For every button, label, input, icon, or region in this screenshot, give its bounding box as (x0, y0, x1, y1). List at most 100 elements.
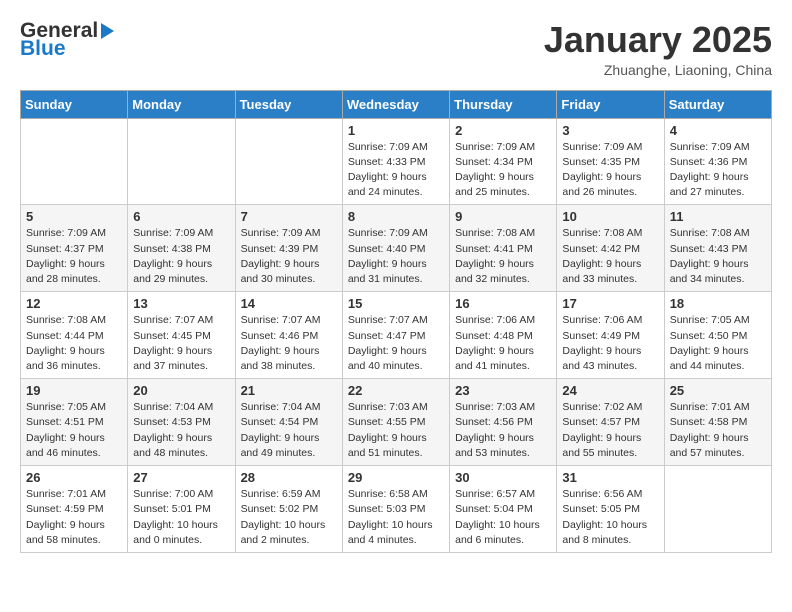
calendar-cell: 10 Sunrise: 7:08 AMSunset: 4:42 PMDayligh… (557, 205, 664, 292)
day-info: Sunrise: 7:05 AMSunset: 4:50 PMDaylight:… (670, 313, 766, 374)
day-number: 2 (455, 123, 551, 138)
calendar-cell: 7 Sunrise: 7:09 AMSunset: 4:39 PMDaylight… (235, 205, 342, 292)
calendar-cell: 3 Sunrise: 7:09 AMSunset: 4:35 PMDaylight… (557, 118, 664, 205)
calendar-cell: 6 Sunrise: 7:09 AMSunset: 4:38 PMDaylight… (128, 205, 235, 292)
day-info: Sunrise: 7:06 AMSunset: 4:48 PMDaylight:… (455, 313, 551, 374)
calendar-cell: 20 Sunrise: 7:04 AMSunset: 4:53 PMDayligh… (128, 379, 235, 466)
day-number: 20 (133, 383, 229, 398)
calendar-cell: 9 Sunrise: 7:08 AMSunset: 4:41 PMDaylight… (450, 205, 557, 292)
day-info: Sunrise: 7:09 AMSunset: 4:37 PMDaylight:… (26, 226, 122, 287)
day-info: Sunrise: 7:09 AMSunset: 4:33 PMDaylight:… (348, 140, 444, 201)
day-info: Sunrise: 7:08 AMSunset: 4:41 PMDaylight:… (455, 226, 551, 287)
calendar-cell: 4 Sunrise: 7:09 AMSunset: 4:36 PMDaylight… (664, 118, 771, 205)
day-number: 14 (241, 296, 337, 311)
calendar-week-1: 1 Sunrise: 7:09 AMSunset: 4:33 PMDaylight… (21, 118, 772, 205)
day-number: 27 (133, 470, 229, 485)
calendar-cell (235, 118, 342, 205)
day-number: 23 (455, 383, 551, 398)
calendar-cell (128, 118, 235, 205)
day-number: 12 (26, 296, 122, 311)
weekday-header-wednesday: Wednesday (342, 90, 449, 118)
calendar-cell: 18Sunrise: 7:05 AMSunset: 4:50 PMDayligh… (664, 292, 771, 379)
day-info: Sunrise: 7:01 AMSunset: 4:59 PMDaylight:… (26, 487, 122, 548)
day-info: Sunrise: 7:04 AMSunset: 4:53 PMDaylight:… (133, 400, 229, 461)
day-info: Sunrise: 7:02 AMSunset: 4:57 PMDaylight:… (562, 400, 658, 461)
day-info: Sunrise: 6:58 AMSunset: 5:03 PMDaylight:… (348, 487, 444, 548)
day-number: 6 (133, 209, 229, 224)
day-number: 28 (241, 470, 337, 485)
day-number: 4 (670, 123, 766, 138)
day-number: 17 (562, 296, 658, 311)
day-number: 19 (26, 383, 122, 398)
day-number: 10 (562, 209, 658, 224)
calendar-cell (664, 466, 771, 553)
day-info: Sunrise: 7:08 AMSunset: 4:42 PMDaylight:… (562, 226, 658, 287)
day-info: Sunrise: 6:56 AMSunset: 5:05 PMDaylight:… (562, 487, 658, 548)
day-number: 1 (348, 123, 444, 138)
calendar-cell: 17Sunrise: 7:06 AMSunset: 4:49 PMDayligh… (557, 292, 664, 379)
calendar-cell: 21 Sunrise: 7:04 AMSunset: 4:54 PMDayligh… (235, 379, 342, 466)
day-info: Sunrise: 7:09 AMSunset: 4:39 PMDaylight:… (241, 226, 337, 287)
calendar-cell: 16 Sunrise: 7:06 AMSunset: 4:48 PMDayligh… (450, 292, 557, 379)
calendar-week-3: 12 Sunrise: 7:08 AMSunset: 4:44 PMDayligh… (21, 292, 772, 379)
weekday-header-monday: Monday (128, 90, 235, 118)
day-info: Sunrise: 7:03 AMSunset: 4:55 PMDaylight:… (348, 400, 444, 461)
weekday-header-saturday: Saturday (664, 90, 771, 118)
day-info: Sunrise: 7:07 AMSunset: 4:47 PMDaylight:… (348, 313, 444, 374)
location: Zhuanghe, Liaoning, China (544, 62, 772, 78)
day-info: Sunrise: 7:04 AMSunset: 4:54 PMDaylight:… (241, 400, 337, 461)
day-number: 3 (562, 123, 658, 138)
calendar-cell: 14Sunrise: 7:07 AMSunset: 4:46 PMDayligh… (235, 292, 342, 379)
calendar-cell: 2 Sunrise: 7:09 AMSunset: 4:34 PMDaylight… (450, 118, 557, 205)
day-number: 21 (241, 383, 337, 398)
calendar-cell: 24 Sunrise: 7:02 AMSunset: 4:57 PMDayligh… (557, 379, 664, 466)
day-number: 24 (562, 383, 658, 398)
day-info: Sunrise: 7:01 AMSunset: 4:58 PMDaylight:… (670, 400, 766, 461)
day-info: Sunrise: 6:59 AMSunset: 5:02 PMDaylight:… (241, 487, 337, 548)
weekday-header-tuesday: Tuesday (235, 90, 342, 118)
calendar-cell (21, 118, 128, 205)
day-number: 25 (670, 383, 766, 398)
day-number: 16 (455, 296, 551, 311)
calendar-cell: 26 Sunrise: 7:01 AMSunset: 4:59 PMDayligh… (21, 466, 128, 553)
title-block: January 2025 Zhuanghe, Liaoning, China (544, 20, 772, 78)
day-info: Sunrise: 7:03 AMSunset: 4:56 PMDaylight:… (455, 400, 551, 461)
day-number: 8 (348, 209, 444, 224)
calendar-cell: 13Sunrise: 7:07 AMSunset: 4:45 PMDayligh… (128, 292, 235, 379)
day-number: 7 (241, 209, 337, 224)
day-info: Sunrise: 7:09 AMSunset: 4:40 PMDaylight:… (348, 226, 444, 287)
calendar-cell: 5Sunrise: 7:09 AMSunset: 4:37 PMDaylight… (21, 205, 128, 292)
calendar-cell: 8 Sunrise: 7:09 AMSunset: 4:40 PMDaylight… (342, 205, 449, 292)
calendar-cell: 23 Sunrise: 7:03 AMSunset: 4:56 PMDayligh… (450, 379, 557, 466)
day-info: Sunrise: 7:05 AMSunset: 4:51 PMDaylight:… (26, 400, 122, 461)
calendar-week-4: 19 Sunrise: 7:05 AMSunset: 4:51 PMDayligh… (21, 379, 772, 466)
day-number: 30 (455, 470, 551, 485)
day-number: 9 (455, 209, 551, 224)
calendar-cell: 22 Sunrise: 7:03 AMSunset: 4:55 PMDayligh… (342, 379, 449, 466)
logo-arrow-icon (101, 23, 114, 39)
weekday-header-sunday: Sunday (21, 90, 128, 118)
day-info: Sunrise: 7:07 AMSunset: 4:45 PMDaylight:… (133, 313, 229, 374)
page: General Blue January 2025 Zhuanghe, Liao… (0, 0, 792, 573)
day-number: 22 (348, 383, 444, 398)
calendar-cell: 29 Sunrise: 6:58 AMSunset: 5:03 PMDayligh… (342, 466, 449, 553)
header: General Blue January 2025 Zhuanghe, Liao… (20, 20, 772, 78)
calendar-cell: 30 Sunrise: 6:57 AMSunset: 5:04 PMDayligh… (450, 466, 557, 553)
calendar-week-5: 26 Sunrise: 7:01 AMSunset: 4:59 PMDayligh… (21, 466, 772, 553)
day-info: Sunrise: 7:09 AMSunset: 4:38 PMDaylight:… (133, 226, 229, 287)
weekday-header-row: SundayMondayTuesdayWednesdayThursdayFrid… (21, 90, 772, 118)
logo-blue-text: Blue (20, 38, 114, 59)
weekday-header-thursday: Thursday (450, 90, 557, 118)
day-info: Sunrise: 7:08 AMSunset: 4:44 PMDaylight:… (26, 313, 122, 374)
day-info: Sunrise: 7:09 AMSunset: 4:36 PMDaylight:… (670, 140, 766, 201)
calendar-cell: 1 Sunrise: 7:09 AMSunset: 4:33 PMDaylight… (342, 118, 449, 205)
day-info: Sunrise: 6:57 AMSunset: 5:04 PMDaylight:… (455, 487, 551, 548)
calendar-week-2: 5Sunrise: 7:09 AMSunset: 4:37 PMDaylight… (21, 205, 772, 292)
month-title: January 2025 (544, 20, 772, 60)
day-number: 26 (26, 470, 122, 485)
day-number: 29 (348, 470, 444, 485)
day-info: Sunrise: 7:09 AMSunset: 4:34 PMDaylight:… (455, 140, 551, 201)
day-info: Sunrise: 7:09 AMSunset: 4:35 PMDaylight:… (562, 140, 658, 201)
day-info: Sunrise: 7:08 AMSunset: 4:43 PMDaylight:… (670, 226, 766, 287)
weekday-header-friday: Friday (557, 90, 664, 118)
